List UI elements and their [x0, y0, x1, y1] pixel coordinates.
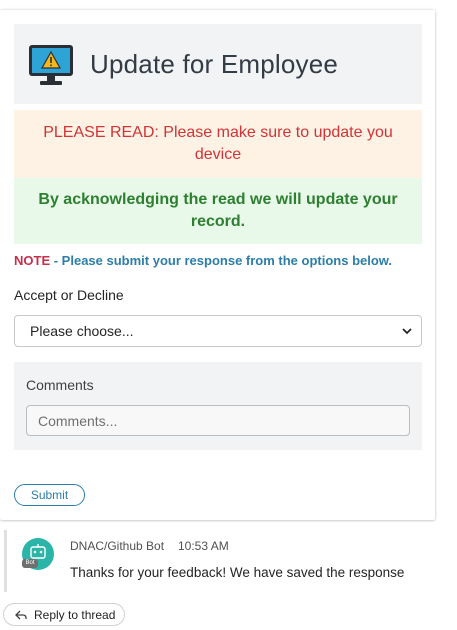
- thread-reply: Bot DNAC/Github Bot 10:53 AM Thanks for …: [0, 522, 457, 630]
- card-header: Update for Employee: [14, 24, 422, 104]
- submit-button[interactable]: Submit: [14, 484, 85, 506]
- reply-indicator-bar: [4, 530, 7, 592]
- comments-section: Comments Comments...: [14, 362, 422, 450]
- warning-notice: PLEASE READ: Please make sure to update …: [14, 110, 422, 178]
- reply-to-thread-button[interactable]: Reply to thread: [3, 603, 125, 626]
- reply-arrow-icon: [15, 610, 27, 619]
- comments-label: Comments: [26, 377, 94, 393]
- bot-name[interactable]: DNAC/Github Bot: [70, 539, 164, 553]
- comments-input[interactable]: Comments...: [26, 405, 410, 436]
- note-line: NOTE - Please submit your response from …: [14, 253, 392, 268]
- note-text: - Please submit your response from the o…: [50, 253, 393, 268]
- bot-message: Thanks for your feedback! We have saved …: [70, 565, 405, 580]
- acknowledge-notice: By acknowledging the read we will update…: [14, 178, 422, 244]
- accept-decline-select[interactable]: Please choose...: [14, 315, 422, 347]
- chevron-down-icon: [402, 328, 412, 335]
- accept-decline-label: Accept or Decline: [14, 287, 124, 303]
- bot-badge: Bot: [22, 559, 38, 568]
- note-prefix: NOTE: [14, 253, 51, 268]
- monitor-warning-icon: [29, 45, 73, 85]
- message-timestamp: 10:53 AM: [178, 539, 229, 553]
- reply-label: Reply to thread: [34, 607, 116, 622]
- adaptive-card: Update for Employee PLEASE READ: Please …: [0, 10, 435, 520]
- comments-placeholder: Comments...: [38, 412, 118, 429]
- select-value: Please choose...: [30, 323, 134, 339]
- card-title: Update for Employee: [90, 48, 339, 79]
